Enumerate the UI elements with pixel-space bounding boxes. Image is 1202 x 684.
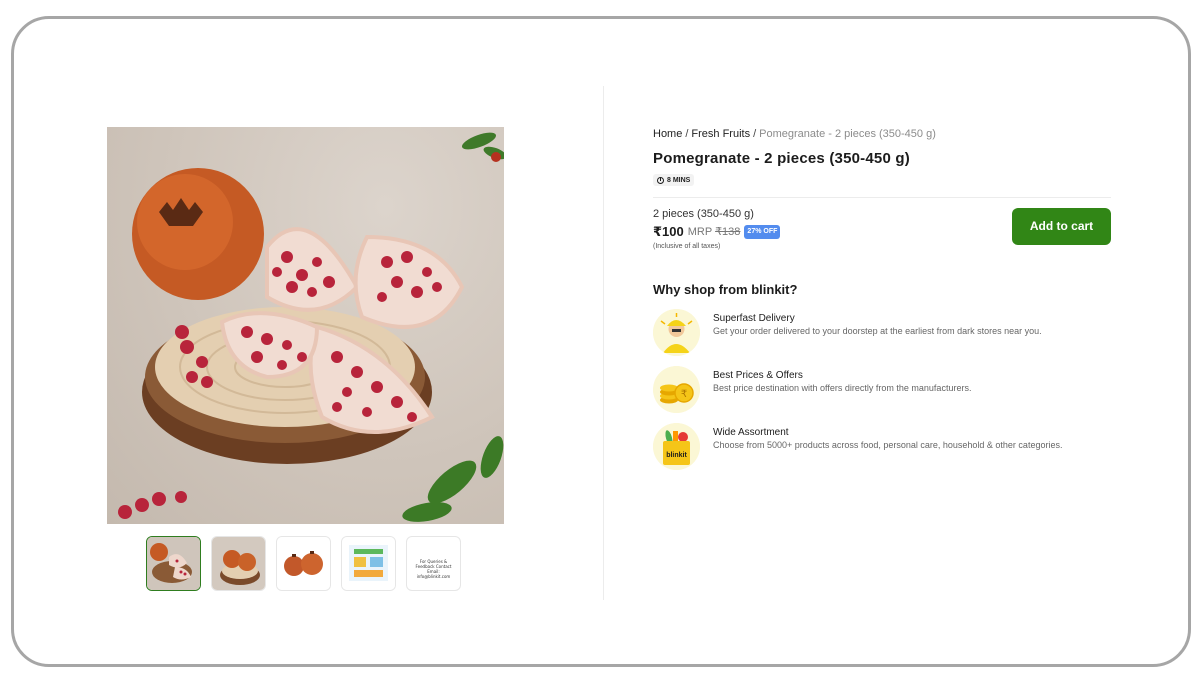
feature-description: Get your order delivered to your doorste… — [713, 325, 1042, 336]
horizontal-divider — [653, 196, 1111, 198]
breadcrumb-category[interactable]: Fresh Fruits — [691, 128, 750, 140]
thumbnail-1[interactable] — [146, 536, 201, 591]
delivery-person-icon — [653, 308, 700, 356]
thumbnail-strip: For Queries & Feedback Contact Email: in… — [146, 536, 461, 591]
feature-description: Best price destination with offers direc… — [713, 382, 972, 393]
breadcrumb-home[interactable]: Home — [653, 128, 682, 140]
main-product-image[interactable] — [107, 127, 504, 524]
bag-logo-text: blinkit — [666, 452, 687, 459]
add-to-cart-button[interactable]: Add to cart — [1012, 207, 1111, 245]
discount-badge: 27% OFF — [744, 224, 781, 239]
grocery-bag-icon: blinkit — [653, 422, 700, 470]
breadcrumb: Home / Fresh Fruits / Pomegranate - 2 pieces… — [653, 126, 1111, 142]
product-title: Pomegranate - 2 pieces (350-450 g) — [653, 150, 910, 167]
mrp: MRP ₹138 — [688, 225, 741, 238]
breadcrumb-separator: / — [753, 128, 757, 140]
price-block: 2 pieces (350-450 g) ₹100 MRP ₹138 27% O… — [653, 207, 1111, 258]
mrp-value: ₹138 — [715, 226, 741, 238]
thumbnail-4[interactable] — [341, 536, 396, 591]
breadcrumb-separator: / — [685, 128, 689, 140]
thumbnail-contact-text: For Queries & Feedback Contact Email: in… — [415, 559, 452, 579]
vertical-divider — [603, 86, 604, 600]
thumbnail-5[interactable]: For Queries & Feedback Contact Email: in… — [406, 536, 461, 591]
product-details-panel: Home / Fresh Fruits / Pomegranate - 2 pieces… — [653, 126, 1111, 480]
feature-title: Wide Assortment — [713, 426, 789, 438]
feature-item: Superfast Delivery Get your order delive… — [653, 308, 1111, 356]
delivery-eta-badge: 8 MINS — [653, 174, 695, 186]
thumbnail-3[interactable] — [276, 536, 331, 591]
feature-item: blinkit Wide Assortment Choose from 5000… — [653, 422, 1111, 470]
mrp-label: MRP — [687, 226, 712, 238]
thumbnail-2[interactable] — [211, 536, 266, 591]
feature-item: ₹ Best Prices & Offers Best price destin… — [653, 365, 1111, 413]
coins-icon: ₹ — [653, 365, 700, 413]
why-shop-title: Why shop from blinkit? — [653, 281, 798, 297]
breadcrumb-current: Pomegranate - 2 pieces (350-450 g) — [759, 128, 936, 140]
features-list: Superfast Delivery Get your order delive… — [653, 308, 1111, 470]
selling-price: ₹100 — [653, 223, 684, 239]
clock-icon — [657, 176, 664, 184]
feature-title: Best Prices & Offers — [713, 369, 803, 381]
eta-text: 8 MINS — [667, 176, 691, 184]
svg-text:₹: ₹ — [681, 389, 687, 400]
feature-title: Superfast Delivery — [713, 312, 795, 324]
feature-description: Choose from 5000+ products across food, … — [713, 439, 1063, 450]
